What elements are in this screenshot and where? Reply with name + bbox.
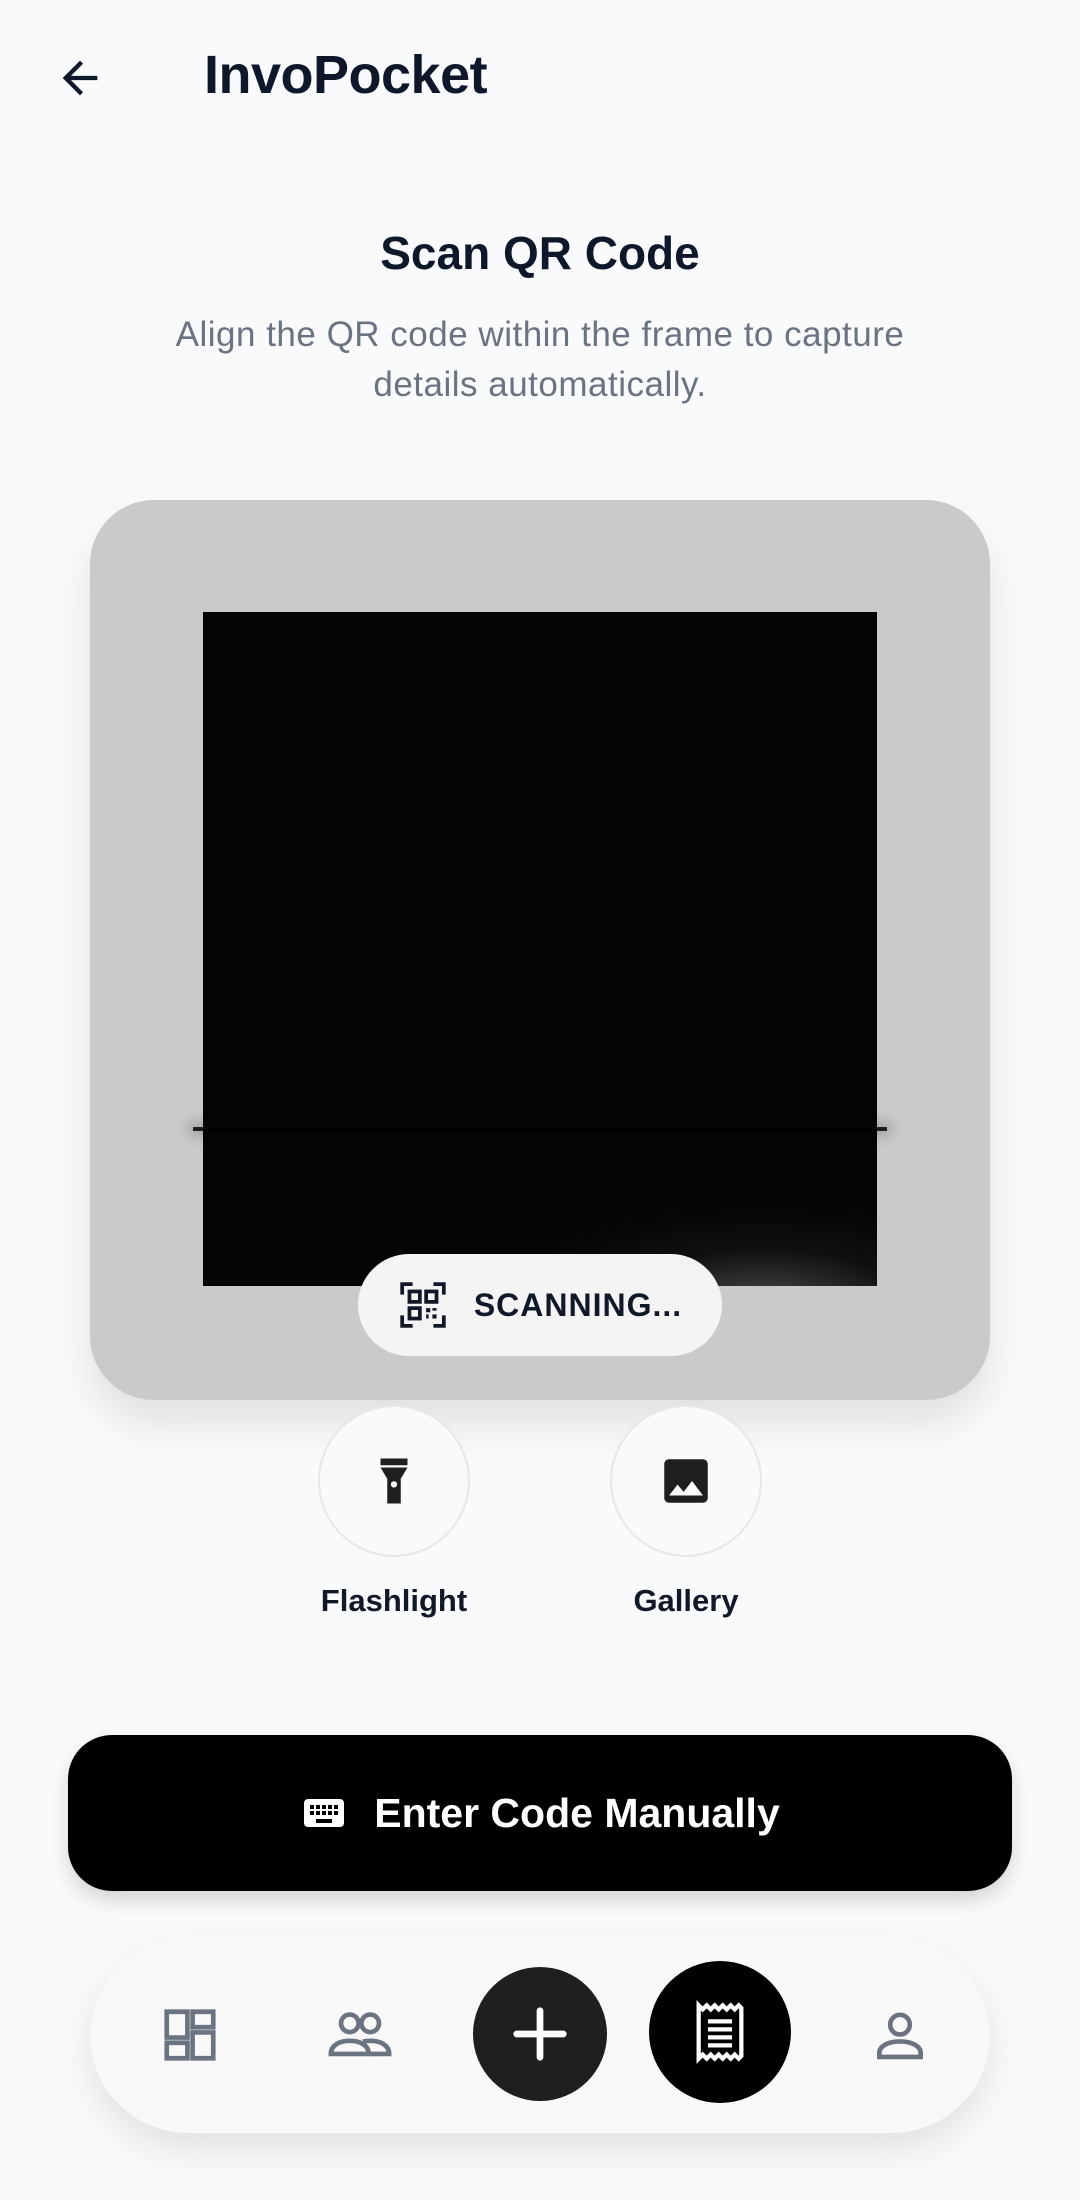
gallery-button[interactable] [610,1405,762,1557]
nav-dashboard[interactable] [140,1985,240,2085]
page-title: Scan QR Code [380,227,700,279]
qr-code-scan-icon [400,1282,446,1328]
people-icon [328,2012,392,2057]
plus-icon [513,2007,567,2061]
app-title: InvoPocket [204,45,488,105]
keyboard-icon [304,1799,345,1827]
image-icon [664,1459,708,1503]
scan-line [193,1127,887,1131]
scanning-status-badge: SCANNING... [358,1254,722,1356]
nav-create-button[interactable] [473,1967,607,2101]
nav-profile[interactable] [850,1985,950,2085]
flashlight-tool: Flashlight [274,1405,514,1619]
arrow-left-icon [62,60,98,96]
nav-clients[interactable] [310,1985,410,2085]
scanning-status-text: SCANNING... [473,1286,683,1323]
gallery-label: Gallery [633,1583,739,1618]
camera-preview [203,612,877,1286]
gallery-tool: Gallery [566,1405,806,1619]
scanner-frame: SCANNING... [90,500,990,1400]
flashlight-icon [380,1458,408,1504]
person-icon [877,2012,923,2060]
bottom-navigation [90,1937,990,2133]
flashlight-label: Flashlight [320,1583,468,1618]
back-button[interactable] [40,38,120,118]
nav-invoices[interactable] [649,1961,791,2103]
page-subtitle: Align the QR code within the frame to ca… [175,315,905,404]
dashboard-icon [164,2009,216,2061]
receipt-icon [696,2000,744,2064]
flashlight-button[interactable] [318,1405,470,1557]
app-header: InvoPocket [0,0,1080,160]
enter-code-manually-label: Enter Code Manually [374,1789,780,1836]
enter-code-manually-button[interactable]: Enter Code Manually [68,1735,1012,1891]
